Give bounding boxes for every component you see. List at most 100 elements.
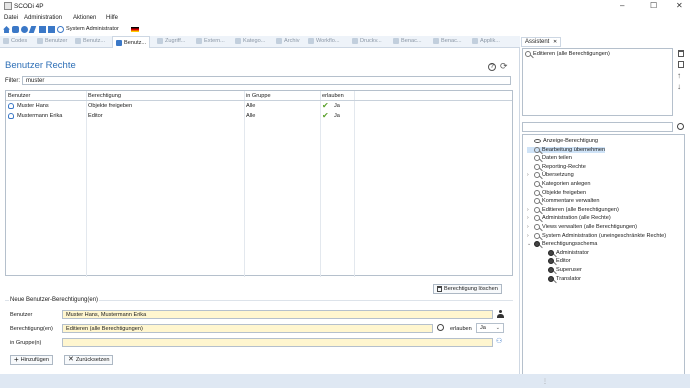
select-group-icon[interactable]: ⚇ bbox=[496, 338, 502, 346]
tree-item[interactable]: › Übersetzung bbox=[527, 172, 574, 179]
tree-item[interactable]: › System Administration (uneingeschränkte… bbox=[527, 232, 666, 239]
tab-kategorien[interactable]: Katego... bbox=[235, 38, 265, 44]
header-divider bbox=[6, 100, 512, 101]
filter-input[interactable]: muster bbox=[22, 76, 511, 85]
tab-benutzer[interactable]: Benutzer bbox=[37, 38, 67, 44]
table-row[interactable]: Mustermann Erika Editor Alle ✔ Ja bbox=[6, 111, 512, 121]
trash-icon bbox=[437, 286, 442, 292]
tree-item[interactable]: Bearbeitung übernehmen bbox=[527, 146, 606, 153]
tree-item[interactable]: Translator bbox=[541, 275, 581, 282]
tab-archiv[interactable]: Archiv bbox=[276, 38, 300, 44]
key-icon bbox=[525, 51, 531, 57]
chevron-down-icon[interactable]: ⌄ bbox=[527, 241, 532, 247]
gear-icon[interactable] bbox=[21, 26, 28, 33]
tab-benutzergruppen[interactable]: Benutz... bbox=[75, 38, 105, 44]
tree-item[interactable]: Reporting-Rechte bbox=[527, 163, 586, 170]
menu-administration[interactable]: Administration bbox=[24, 15, 62, 21]
chevron-right-icon[interactable]: › bbox=[527, 224, 532, 230]
tree-item[interactable]: Anzeige-Berechtigung bbox=[527, 138, 598, 144]
chevron-right-icon[interactable]: › bbox=[527, 215, 532, 221]
tab-druckvorlagen[interactable]: Druckv... bbox=[352, 38, 382, 44]
document-icon[interactable] bbox=[48, 26, 55, 33]
close-button[interactable]: ✕ bbox=[676, 1, 683, 10]
tab-benachrichtigungen-2[interactable]: Benac... bbox=[433, 38, 462, 44]
maximize-button[interactable]: ☐ bbox=[650, 1, 657, 10]
tree-item[interactable]: Kategorien anlegen bbox=[527, 181, 591, 187]
permission-field[interactable]: Editieren (alle Berechtigungen) bbox=[62, 324, 433, 333]
menu-bar: Datei Administration Aktionen Hilfe bbox=[0, 13, 690, 24]
minimize-button[interactable]: – bbox=[620, 1, 624, 10]
table-row[interactable]: Muster Hans Objekte freigeben Alle ✔ Ja bbox=[6, 101, 512, 111]
tab-zugriff[interactable]: Zugriff... bbox=[157, 38, 185, 44]
tab-extern[interactable]: Extern... bbox=[196, 38, 225, 44]
clear-icon[interactable] bbox=[678, 61, 684, 68]
tab-benutzer-rechte[interactable]: Benutz... bbox=[112, 36, 151, 48]
tab-benachrichtigungen-1[interactable]: Benac... bbox=[393, 38, 422, 44]
arrow-down-icon[interactable]: ↓ bbox=[677, 82, 681, 91]
column-header-benutzer[interactable]: Benutzer bbox=[8, 93, 30, 99]
chevron-right-icon[interactable]: › bbox=[527, 207, 532, 213]
chevron-right-icon[interactable]: › bbox=[527, 233, 532, 239]
trash-icon[interactable] bbox=[678, 50, 684, 57]
help-icon[interactable]: ? bbox=[488, 63, 496, 71]
close-icon[interactable]: ✕ bbox=[553, 39, 557, 45]
title-bar: SCODi 4P – ☐ ✕ bbox=[0, 0, 690, 13]
tree-item[interactable]: Objekte freigeben bbox=[527, 189, 586, 196]
menu-datei[interactable]: Datei bbox=[4, 15, 18, 21]
tree-item[interactable]: Kommentare verwalten bbox=[527, 198, 600, 205]
select-user-icon[interactable] bbox=[497, 310, 504, 318]
column-header-gruppe[interactable]: in Gruppe bbox=[246, 93, 271, 99]
home-icon[interactable] bbox=[3, 26, 10, 33]
structure-icon[interactable] bbox=[12, 26, 19, 33]
edit-icon[interactable] bbox=[28, 26, 37, 33]
tree-item[interactable]: Daten teilen bbox=[527, 155, 572, 162]
key-icon bbox=[534, 146, 540, 153]
tree-item[interactable]: ⌄ Berechtigungsschema bbox=[527, 241, 597, 248]
help-icon[interactable] bbox=[57, 26, 64, 33]
refresh-icon[interactable]: ⟳ bbox=[500, 62, 508, 71]
reset-button[interactable]: ✕ Zurücksetzen bbox=[64, 355, 114, 365]
tab-workflow[interactable]: Workflo... bbox=[308, 38, 340, 44]
key-icon bbox=[534, 232, 540, 239]
tree-item[interactable]: › Editieren (alle Berechtigungen) bbox=[527, 206, 619, 213]
delete-permission-button[interactable]: Berechtigung löschen bbox=[433, 284, 502, 294]
chevron-right-icon[interactable]: › bbox=[527, 172, 532, 178]
key-icon bbox=[534, 215, 540, 222]
cell-berechtigung: Objekte freigeben bbox=[88, 103, 133, 109]
tree-item[interactable]: › Views verwalten (alle Berechtigungen) bbox=[527, 224, 637, 230]
german-flag-icon[interactable] bbox=[131, 27, 139, 32]
tree-item-label: Administration (alle Rechte) bbox=[542, 215, 611, 222]
key-icon bbox=[534, 181, 540, 187]
group-field[interactable] bbox=[62, 338, 493, 347]
allow-select[interactable]: Ja ⌄ bbox=[476, 323, 504, 333]
tab-applikation[interactable]: Applik... bbox=[472, 38, 500, 44]
search-icon[interactable] bbox=[677, 123, 684, 130]
column-header-erlauben[interactable]: erlauben bbox=[322, 93, 344, 99]
arrow-up-icon[interactable]: ↑ bbox=[677, 71, 681, 80]
codes-icon bbox=[3, 38, 9, 44]
cell-benutzer: Mustermann Erika bbox=[17, 113, 63, 119]
cell-erlauben: Ja bbox=[334, 113, 340, 119]
tree-item[interactable]: Superuser bbox=[541, 267, 582, 273]
menu-hilfe[interactable]: Hilfe bbox=[106, 15, 118, 21]
search-icon[interactable] bbox=[437, 324, 444, 331]
user-field[interactable]: Muster Hans, Mustermann Erika bbox=[62, 310, 493, 319]
add-button[interactable]: + Hinzufügen bbox=[10, 355, 53, 365]
key-icon bbox=[534, 163, 540, 170]
user-label: Benutzer bbox=[10, 312, 33, 318]
tree-item[interactable]: › Administration (alle Rechte) bbox=[527, 215, 611, 222]
key-icon bbox=[548, 249, 554, 256]
selected-item[interactable]: Editieren (alle Berechtigungen) bbox=[525, 51, 610, 57]
column-header-berechtigung[interactable]: Berechtigung bbox=[88, 93, 121, 99]
resize-grip-icon[interactable]: ⋮ bbox=[542, 378, 548, 385]
assistant-tab[interactable]: Assistent ✕ bbox=[521, 37, 562, 47]
permission-label: Berechtigung(en) bbox=[10, 326, 53, 332]
tree-item[interactable]: Editor bbox=[541, 258, 571, 265]
tab-codes[interactable]: Codes bbox=[3, 38, 27, 44]
assistant-search-input[interactable] bbox=[522, 122, 673, 132]
x-icon: ✕ bbox=[68, 356, 74, 363]
menu-aktionen[interactable]: Aktionen bbox=[73, 15, 96, 21]
tree-item[interactable]: Administrator bbox=[541, 249, 589, 256]
chevron-down-icon: ⌄ bbox=[495, 325, 500, 331]
list-icon[interactable] bbox=[39, 26, 46, 33]
